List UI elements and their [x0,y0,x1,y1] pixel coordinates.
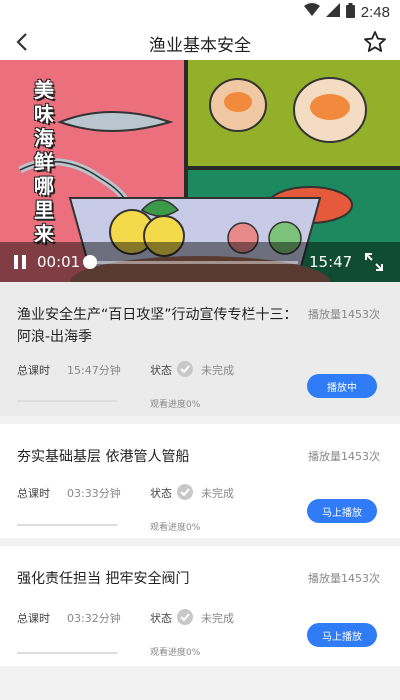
battery-icon [345,2,355,22]
pause-icon [14,255,26,269]
progress-track[interactable] [90,261,298,264]
course-duration: 03:33分钟 [67,487,121,500]
play-pause-button[interactable] [10,252,30,272]
total-time: 15:47 [309,253,353,271]
watch-progress-bar [17,400,117,402]
page-title: 渔业基本安全 [149,36,251,56]
course-duration: 03:32分钟 [67,612,121,625]
course-duration: 15:47分钟 [67,364,121,377]
wifi-icon [303,3,320,21]
fullscreen-icon [365,253,383,271]
status-label: 状态 [150,364,172,377]
current-time: 00:01 [37,253,81,271]
check-circle-icon [177,609,193,625]
video-controls: 00:01 15:47 [0,242,400,282]
play-now-button[interactable]: 马上播放 [307,499,377,523]
check-circle-icon [177,361,193,377]
course-title: 渔业安全生产“百日攻坚”行动宣传专栏十三：阿浪-出海季 [17,307,298,345]
course-card[interactable]: 强化责任担当 把牢安全阀门 播放量1453次 总课时 03:32分钟 状态 未完… [0,546,400,666]
course-card[interactable]: 夯实基础基层 依港管人管船 播放量1453次 总课时 03:33分钟 状态 未完… [0,424,400,538]
watch-progress-text: 观看进度0% [150,648,201,658]
progress-knob[interactable] [83,255,98,269]
total-hours-label: 总课时 [17,487,50,500]
course-title: 夯实基础基层 依港管人管船 [17,449,190,465]
play-count: 播放量1453次 [308,450,380,463]
watch-progress-text: 观看进度0% [150,523,201,533]
course-status: 未完成 [201,612,234,625]
watch-progress-bar [17,524,117,526]
play-count: 播放量1453次 [308,308,380,321]
status-icons: 2:48 [303,2,390,22]
total-hours-label: 总课时 [17,364,50,377]
watch-progress-bar [17,652,117,654]
course-status: 未完成 [201,364,234,377]
star-outline-icon [364,31,386,52]
total-hours-label: 总课时 [17,612,50,625]
course-card[interactable]: 渔业安全生产“百日攻坚”行动宣传专栏十三：阿浪-出海季 播放量1453次 总课时… [0,282,400,416]
video-art-text: 美味海鲜哪里来 [34,78,54,246]
check-circle-icon [177,484,193,500]
favorite-button[interactable] [360,27,390,57]
course-status: 未完成 [201,487,234,500]
course-title: 强化责任担当 把牢安全阀门 [17,571,190,587]
status-label: 状态 [150,487,172,500]
playing-button[interactable]: 播放中 [307,374,377,398]
status-time: 2:48 [360,3,390,21]
play-count: 播放量1453次 [308,572,380,585]
status-bar: 2:48 [0,0,400,24]
play-now-button[interactable]: 马上播放 [307,623,377,647]
signal-icon [325,3,340,21]
video-player[interactable]: 美味海鲜哪里来 00:01 15:47 [0,60,400,282]
fullscreen-button[interactable] [362,250,386,274]
title-bar: 渔业基本安全 [0,24,400,60]
status-label: 状态 [150,612,172,625]
watch-progress-text: 观看进度0% [150,400,201,410]
